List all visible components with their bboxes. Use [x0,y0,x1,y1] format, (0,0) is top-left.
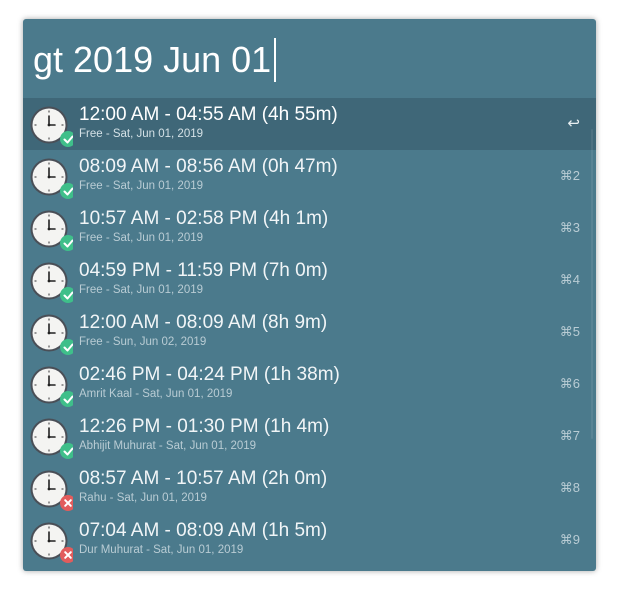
result-row[interactable]: 12:00 AM - 04:55 AM (4h 55m) Free - Sat, … [23,98,596,150]
result-title: 04:59 PM - 11:59 PM (7h 0m) [79,260,328,281]
result-title: 12:00 AM - 04:55 AM (4h 55m) [79,104,338,125]
result-row[interactable]: 12:26 PM - 01:30 PM (1h 4m) Abhijit Muhur… [23,410,596,462]
search-bar[interactable]: gt 2019 Jun 01 [23,19,596,97]
result-title: 10:57 AM - 02:58 PM (4h 1m) [79,208,329,229]
search-query: gt 2019 Jun 01 [33,39,272,80]
result-title: 02:46 PM - 04:24 PM (1h 38m) [79,364,340,385]
result-subtitle: Rahu - Sat, Jun 01, 2019 [79,492,207,504]
result-subtitle: Dur Muhurat - Sat, Jun 01, 2019 [79,544,244,556]
clock-icon [29,415,73,459]
result-row[interactable]: 08:57 AM - 10:57 AM (2h 0m) Rahu - Sat, J… [23,462,596,514]
result-row[interactable]: 07:04 AM - 08:09 AM (1h 5m) Dur Muhurat -… [23,514,596,566]
result-shortcut: ⌘9 [559,532,580,547]
result-row[interactable]: 08:09 AM - 08:56 AM (0h 47m) Free - Sat, … [23,150,596,202]
result-shortcut: ⌘4 [559,272,580,287]
result-title: 08:57 AM - 10:57 AM (2h 0m) [79,468,328,489]
result-shortcut: ⌘7 [559,428,580,443]
result-shortcut: ⌘3 [559,220,580,235]
search-input[interactable]: gt 2019 Jun 01 [33,38,276,82]
clock-icon [29,207,73,251]
result-title: 08:09 AM - 08:56 AM (0h 47m) [79,156,338,177]
text-caret [274,38,276,82]
result-shortcut: ⌘2 [559,168,580,183]
clock-icon [29,103,73,147]
result-row[interactable]: 12:00 AM - 08:09 AM (8h 9m) Free - Sun, J… [23,306,596,358]
result-subtitle: Free - Sat, Jun 01, 2019 [79,128,204,140]
result-subtitle: Free - Sat, Jun 01, 2019 [79,284,204,296]
clock-icon [29,155,73,199]
result-row[interactable]: 04:59 PM - 11:59 PM (7h 0m) Free - Sat, J… [23,254,596,306]
result-row[interactable]: 10:57 AM - 02:58 PM (4h 1m) Free - Sat, J… [23,202,596,254]
result-subtitle: Free - Sun, Jun 02, 2019 [79,336,207,348]
result-subtitle: Free - Sat, Jun 01, 2019 [79,180,204,192]
clock-icon [29,259,73,303]
result-subtitle: Amrit Kaal - Sat, Jun 01, 2019 [79,388,233,400]
result-subtitle: Free - Sat, Jun 01, 2019 [79,232,204,244]
result-subtitle: Abhijit Muhurat - Sat, Jun 01, 2019 [79,440,257,452]
result-shortcut: ↩ [567,115,580,132]
result-row[interactable]: 02:46 PM - 04:24 PM (1h 38m) Amrit Kaal -… [23,358,596,410]
scrollbar[interactable] [591,129,593,439]
clock-icon [29,311,73,355]
launcher-window: gt 2019 Jun 01 12:00 AM - 04:55 AM (4h 5… [23,19,596,571]
result-shortcut: ⌘6 [559,376,580,391]
result-title: 07:04 AM - 08:09 AM (1h 5m) [79,520,328,541]
result-title: 12:00 AM - 08:09 AM (8h 9m) [79,312,328,333]
results-list: 12:00 AM - 04:55 AM (4h 55m) Free - Sat, … [23,98,596,566]
clock-icon [29,519,73,563]
result-shortcut: ⌘8 [559,480,580,495]
result-shortcut: ⌘5 [559,324,580,339]
result-title: 12:26 PM - 01:30 PM (1h 4m) [79,416,330,437]
clock-icon [29,467,73,511]
clock-icon [29,363,73,407]
